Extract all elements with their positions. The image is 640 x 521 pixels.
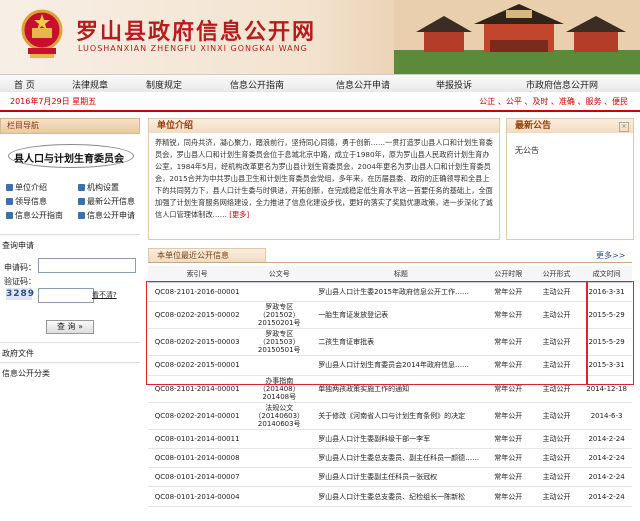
date-bar: 2016年7月29日 星期五 公正 、公平 、及时 、准确 、服务 、便民 [0, 92, 640, 110]
intro-text: 养精锐，同舟共济，凝心聚力，踏浪前行，坚持同心同德，勇于创新……一贯打造罗山县人… [155, 138, 493, 219]
table-row[interactable]: QC08-0101-2014-00011 罗山县人口计生委副科级干部一李军 常年公开… [148, 429, 632, 449]
cell-form: 主动公开 [531, 467, 582, 488]
table-row[interactable]: QC08-0101-2014-00004 罗山县人口计生委总支委员、纪检组长一陈新… [148, 486, 632, 507]
divider [148, 262, 632, 263]
table-row[interactable]: QC08-0101-2014-00007 罗山县人口计生委副主任科员一张冠权 常年公… [148, 467, 632, 488]
national-emblem-icon [21, 9, 63, 58]
notice-content: 无公告 [515, 146, 539, 155]
cell-docno [246, 486, 313, 507]
doc-icon [6, 212, 13, 219]
cell-period: 常年公开 [484, 402, 532, 430]
sidebar-item-guide[interactable]: 信息公开指南 [6, 210, 63, 221]
cell-title[interactable]: 罗山县人口计生委总支委员、纪检组长一陈新松 [312, 486, 485, 507]
cell-date: 2014-2-24 [581, 448, 632, 469]
cell-title[interactable]: 关于修改《河南省人口与计划生育条例》的决定 [312, 402, 485, 430]
sidebar-item-latest[interactable]: 最新公开信息 [78, 196, 135, 207]
cell-index: QC08-0101-2014-00008 [148, 448, 247, 469]
cell-title[interactable]: 罗山县人口计生委副主任科员一张冠权 [312, 467, 485, 488]
nav-city-portal[interactable]: 市政府信息公开网 [526, 78, 598, 91]
nav-report[interactable]: 举报投诉 [436, 78, 472, 91]
notice-title: 最新公告 [507, 119, 633, 133]
refresh-captcha-link[interactable]: 看不清? [92, 290, 117, 300]
left-sidebar: 栏目导航 县人口与计划生育委员会 单位介绍 机构设置 领导信息 最新公开信息 信… [0, 118, 140, 521]
cell-docno: 法规公文（20140603）20140603号 [246, 402, 313, 430]
sidebar-item-apply[interactable]: 信息公开申请 [78, 210, 135, 221]
cell-period: 常年公开 [484, 467, 532, 488]
cell-period: 常年公开 [484, 448, 532, 469]
nav-laws[interactable]: 法律规章 [72, 78, 108, 91]
nav-home[interactable]: 首 页 [14, 78, 35, 91]
cell-form: 主动公开 [531, 429, 582, 449]
highlight-box-dates [586, 281, 634, 385]
sidebar-header: 栏目导航 [0, 118, 140, 134]
verify-label: 验证码： [4, 277, 36, 286]
doc-icon [6, 198, 13, 205]
current-date: 2016年7月29日 星期五 [10, 97, 97, 106]
cell-docno [246, 448, 313, 469]
main-nav: 首 页 法律规章 制度规定 信息公开指南 信息公开申请 举报投诉 市政府信息公开… [0, 74, 640, 93]
query-button[interactable]: 查 询 » [46, 320, 94, 334]
cell-title[interactable]: 罗山县人口计生委总支委员、副主任科员一颜德…… [312, 448, 485, 469]
temple-scenery-image [394, 0, 640, 74]
tab-latest-info[interactable]: 本单位最近公开信息 [148, 248, 266, 263]
divider [0, 362, 140, 363]
site-subtitle: LUOSHANXIAN ZHENGFU XINXI GONGKAI WANG [78, 44, 308, 53]
cell-index: QC08-0202-2014-00001 [148, 402, 247, 430]
divider [0, 234, 140, 235]
cell-title[interactable]: 罗山县人口计生委副科级干部一李军 [312, 429, 485, 449]
cell-docno [246, 429, 313, 449]
query-title: 查询申请 [2, 241, 34, 250]
motto: 公正 、公平 、及时 、准确 、服务 、便民 [479, 97, 628, 106]
cell-index: QC08-0101-2014-00004 [148, 486, 247, 507]
sidebar-item-structure[interactable]: 机构设置 [78, 182, 119, 193]
nav-rules[interactable]: 制度规定 [146, 78, 182, 91]
divider [0, 110, 640, 112]
more-link[interactable]: 更多>> [596, 250, 625, 261]
unit-name: 县人口与计划生育委员会 [14, 154, 124, 165]
cell-docno [246, 467, 313, 488]
nav-apply[interactable]: 信息公开申请 [336, 78, 390, 91]
unit-intro-panel: 单位介绍 养精锐，同舟共济，凝心聚力，踏浪前行，坚持同心同德，勇于创新……一贯打… [148, 118, 500, 240]
doc-icon [78, 212, 85, 219]
intro-more-link[interactable]: [更多] [229, 210, 249, 219]
gov-docs-link[interactable]: 政府文件 [2, 348, 34, 359]
apply-code-input[interactable] [38, 258, 136, 273]
highlight-box-rows [146, 281, 588, 385]
cell-form: 主动公开 [531, 402, 582, 430]
divider [0, 342, 140, 343]
site-title: 罗山县政府信息公开网 [76, 19, 317, 45]
cell-date: 2014-6-3 [581, 402, 632, 430]
captcha-image: 3289 [6, 288, 36, 300]
cell-index: QC08-0101-2014-00011 [148, 429, 247, 449]
doc-icon [78, 198, 85, 205]
nav-guide[interactable]: 信息公开指南 [230, 78, 284, 91]
cell-date: 2014-2-24 [581, 486, 632, 507]
sidebar-item-leaders[interactable]: 领导信息 [6, 196, 47, 207]
site-header: 罗山县政府信息公开网 LUOSHANXIAN ZHENGFU XINXI GON… [0, 0, 640, 74]
table-row[interactable]: QC08-0202-2014-00001 法规公文（20140603）201406… [148, 402, 632, 430]
table-row[interactable]: QC08-0101-2014-00008 罗山县人口计生委总支委员、副主任科员一颜… [148, 448, 632, 469]
cell-date: 2014-2-24 [581, 429, 632, 449]
doc-icon [6, 184, 13, 191]
info-class-link[interactable]: 信息公开分类 [2, 368, 50, 379]
apply-code-label: 申请码： [4, 263, 36, 272]
cell-date: 2014-2-24 [581, 467, 632, 488]
intro-title: 单位介绍 [149, 119, 499, 133]
cell-period: 常年公开 [484, 429, 532, 449]
cell-form: 主动公开 [531, 448, 582, 469]
cell-form: 主动公开 [531, 486, 582, 507]
cell-period: 常年公开 [484, 486, 532, 507]
doc-icon [78, 184, 85, 191]
cell-index: QC08-0101-2014-00007 [148, 467, 247, 488]
notice-panel: 最新公告 × 无公告 [506, 118, 634, 240]
sidebar-item-intro[interactable]: 单位介绍 [6, 182, 47, 193]
close-icon[interactable]: × [619, 122, 629, 132]
verify-code-input[interactable] [38, 288, 94, 303]
